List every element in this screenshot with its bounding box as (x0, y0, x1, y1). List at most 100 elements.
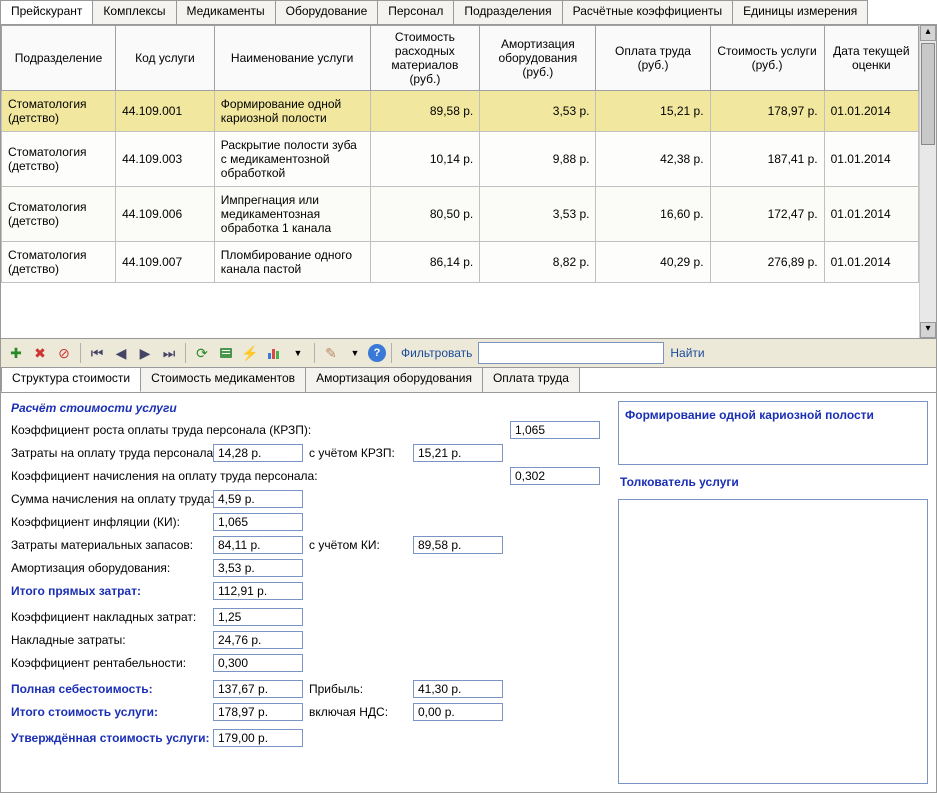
tab-3[interactable]: Оборудование (275, 0, 379, 24)
cell: 86,14 р. (370, 242, 480, 283)
col-header[interactable]: Наименование услуги (214, 26, 370, 91)
price-grid[interactable]: ПодразделениеКод услугиНаименование услу… (1, 25, 919, 283)
prev-icon[interactable]: ◀ (110, 342, 132, 364)
subtab-1[interactable]: Стоимость медикаментов (140, 368, 306, 392)
filter-label: Фильтровать (401, 346, 472, 360)
filter-input[interactable] (478, 342, 664, 364)
cell: Стоматология (детство) (2, 91, 116, 132)
cell: 8,82 р. (480, 242, 596, 283)
detail-tabs: Структура стоимостиСтоимость медикаменто… (0, 368, 937, 393)
service-name-box: Формирование одной кариозной полости (618, 401, 928, 465)
cell: 276,89 р. (710, 242, 824, 283)
overhead-field[interactable] (213, 631, 303, 649)
mat-ki-field[interactable] (413, 536, 503, 554)
overhead-coef-label: Коэффициент накладных затрат: (11, 610, 207, 624)
tab-5[interactable]: Подразделения (453, 0, 562, 24)
col-header[interactable]: Амортизация оборудования (руб.) (480, 26, 596, 91)
subtab-3[interactable]: Оплата труда (482, 368, 580, 392)
amort-label: Амортизация оборудования: (11, 561, 207, 575)
profit-label: Прибыль: (309, 682, 407, 696)
cell: 15,21 р. (596, 91, 710, 132)
direct-total-field[interactable] (213, 582, 303, 600)
scroll-thumb[interactable] (921, 43, 935, 145)
accrual-coef-label: Коэффициент начисления на оплату труда п… (11, 469, 311, 483)
help-icon[interactable]: ? (368, 344, 386, 362)
vat-label: включая НДС: (309, 705, 407, 719)
inflation-label: Коэффициент инфляции (КИ): (11, 515, 207, 529)
quick-icon[interactable]: ⚡ (239, 342, 261, 364)
total-cost-field[interactable] (213, 703, 303, 721)
krzp-field[interactable] (510, 421, 600, 439)
col-header[interactable]: Стоимость расходных материалов (руб.) (370, 26, 480, 91)
chart-icon[interactable] (263, 342, 285, 364)
scroll-up-icon[interactable]: ▴ (920, 25, 936, 41)
cell: Стоматология (детство) (2, 242, 116, 283)
cell: 80,50 р. (370, 187, 480, 242)
table-row[interactable]: Стоматология (детство)44.109.003Раскрыти… (2, 132, 919, 187)
separator (391, 343, 392, 363)
grid-toolbar: ✚ ✖ ⊘ ⏮ ◀ ▶ ⏭ ⟳ ⚡ ▼ ✎ ▼ ? Фильтровать На… (0, 339, 937, 368)
vat-field[interactable] (413, 703, 503, 721)
profit-coef-field[interactable] (213, 654, 303, 672)
col-header[interactable]: Оплата труда (руб.) (596, 26, 710, 91)
table-row[interactable]: Стоматология (детство)44.109.007Пломбиро… (2, 242, 919, 283)
cell: Раскрытие полости зуба с медикаментозной… (214, 132, 370, 187)
overhead-coef-field[interactable] (213, 608, 303, 626)
refresh-icon[interactable]: ⟳ (191, 342, 213, 364)
block-icon[interactable]: ⊘ (53, 342, 75, 364)
amort-field[interactable] (213, 559, 303, 577)
col-header[interactable]: Стоимость услуги (руб.) (710, 26, 824, 91)
mat-cost-field[interactable] (213, 536, 303, 554)
delete-icon[interactable]: ✖ (29, 342, 51, 364)
tab-6[interactable]: Расчётные коэффициенты (562, 0, 733, 24)
tab-7[interactable]: Единицы измерения (732, 0, 868, 24)
profit-field[interactable] (413, 680, 503, 698)
approved-field[interactable] (213, 729, 303, 747)
cell: Пломбирование одного канала пастой (214, 242, 370, 283)
tab-4[interactable]: Персонал (377, 0, 454, 24)
cell: 89,58 р. (370, 91, 480, 132)
cell: 01.01.2014 (824, 132, 918, 187)
cell: 3,53 р. (480, 91, 596, 132)
chevron-down-icon[interactable]: ▼ (344, 342, 366, 364)
tool-icon[interactable]: ✎ (320, 342, 342, 364)
labor-cost-label: Затраты на оплату труда персонала: (11, 446, 207, 460)
scroll-down-icon[interactable]: ▾ (920, 322, 936, 338)
last-icon[interactable]: ⏭ (158, 342, 180, 364)
chevron-down-icon[interactable]: ▼ (287, 342, 309, 364)
cell: 44.109.003 (116, 132, 215, 187)
full-cost-field[interactable] (213, 680, 303, 698)
cell: 178,97 р. (710, 91, 824, 132)
first-icon[interactable]: ⏮ (86, 342, 108, 364)
accrual-sum-field[interactable] (213, 490, 303, 508)
main-tabs: ПрейскурантКомплексыМедикаментыОборудова… (0, 0, 937, 25)
interpreter-box[interactable] (618, 499, 928, 784)
col-header[interactable]: Дата текущей оценки (824, 26, 918, 91)
subtab-0[interactable]: Структура стоимости (1, 368, 141, 392)
tab-1[interactable]: Комплексы (92, 0, 176, 24)
labor-cost-field[interactable] (213, 444, 303, 462)
col-header[interactable]: Код услуги (116, 26, 215, 91)
subtab-2[interactable]: Амортизация оборудования (305, 368, 483, 392)
find-link[interactable]: Найти (670, 346, 704, 360)
full-cost-label: Полная себестоимость: (11, 682, 207, 696)
next-icon[interactable]: ▶ (134, 342, 156, 364)
add-icon[interactable]: ✚ (5, 342, 27, 364)
labor-krzp-field[interactable] (413, 444, 503, 462)
export-icon[interactable] (215, 342, 237, 364)
inflation-field[interactable] (213, 513, 303, 531)
tab-0[interactable]: Прейскурант (0, 0, 93, 24)
cell: 42,38 р. (596, 132, 710, 187)
accrual-coef-field[interactable] (510, 467, 600, 485)
grid-scrollbar[interactable]: ▴ ▾ (919, 25, 936, 338)
tab-2[interactable]: Медикаменты (176, 0, 276, 24)
cell: 16,60 р. (596, 187, 710, 242)
separator (314, 343, 315, 363)
detail-panel: Расчёт стоимости услуги Коэффициент рост… (0, 393, 937, 793)
profit-coef-label: Коэффициент рентабельности: (11, 656, 207, 670)
table-row[interactable]: Стоматология (детство)44.109.006Импрегна… (2, 187, 919, 242)
accrual-sum-label: Сумма начисления на оплату труда: (11, 492, 207, 506)
col-header[interactable]: Подразделение (2, 26, 116, 91)
table-row[interactable]: Стоматология (детство)44.109.001Формиров… (2, 91, 919, 132)
cell: 172,47 р. (710, 187, 824, 242)
